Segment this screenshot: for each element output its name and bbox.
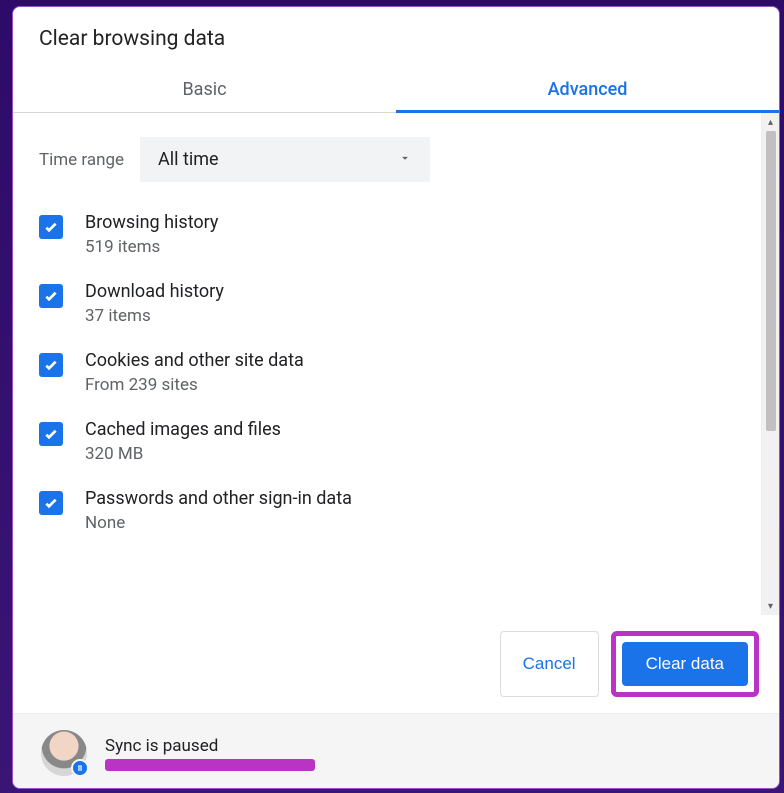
sync-status-label: Sync is paused [105,736,315,756]
clear-data-button[interactable]: Clear data [622,642,748,686]
annotation-highlight: Clear data [611,631,759,697]
option-title: Download history [85,281,224,302]
time-range-label: Time range [39,150,124,170]
dialog-footer: Cancel Clear data [13,615,779,714]
option-title: Cookies and other site data [85,350,304,371]
sync-pause-icon [71,759,89,777]
time-range-select[interactable]: All time [140,137,430,182]
clear-browsing-data-dialog: Clear browsing data Basic Advanced Time … [12,6,780,789]
tab-basic[interactable]: Basic [13,65,396,112]
tabs: Basic Advanced [13,65,779,113]
avatar [41,730,87,776]
checkbox-passwords[interactable] [39,491,63,515]
checkbox-cookies[interactable] [39,353,63,377]
scroll-up-icon[interactable]: ▴ [762,113,779,131]
option-title: Passwords and other sign-in data [85,488,352,509]
option-subtitle: 519 items [85,237,218,257]
time-range-value: All time [158,149,219,170]
dialog-title: Clear browsing data [13,7,779,65]
scroll-down-icon[interactable]: ▾ [762,597,779,615]
sync-status-row[interactable]: Sync is paused [13,714,779,788]
option-subtitle: 37 items [85,306,224,326]
content-area: Time range All time Browsing history 519… [13,113,779,615]
content-scroll: Time range All time Browsing history 519… [13,113,761,615]
time-range-row: Time range All time [39,137,735,182]
option-subtitle: 320 MB [85,444,281,464]
sync-text: Sync is paused [105,736,315,771]
option-title: Browsing history [85,212,218,233]
checkbox-cache[interactable] [39,422,63,446]
cancel-button[interactable]: Cancel [500,631,599,697]
option-browsing-history: Browsing history 519 items [39,212,735,257]
option-download-history: Download history 37 items [39,281,735,326]
option-subtitle: None [85,513,352,533]
checkbox-download-history[interactable] [39,284,63,308]
option-title: Cached images and files [85,419,281,440]
option-subtitle: From 239 sites [85,375,304,395]
redacted-email [105,759,315,771]
option-passwords: Passwords and other sign-in data None [39,488,735,533]
option-cache: Cached images and files 320 MB [39,419,735,464]
tab-advanced[interactable]: Advanced [396,65,779,112]
option-cookies: Cookies and other site data From 239 sit… [39,350,735,395]
checkbox-browsing-history[interactable] [39,215,63,239]
scrollbar[interactable]: ▴ ▾ [761,113,779,615]
chevron-down-icon [398,149,412,170]
scrollbar-thumb[interactable] [766,131,776,431]
